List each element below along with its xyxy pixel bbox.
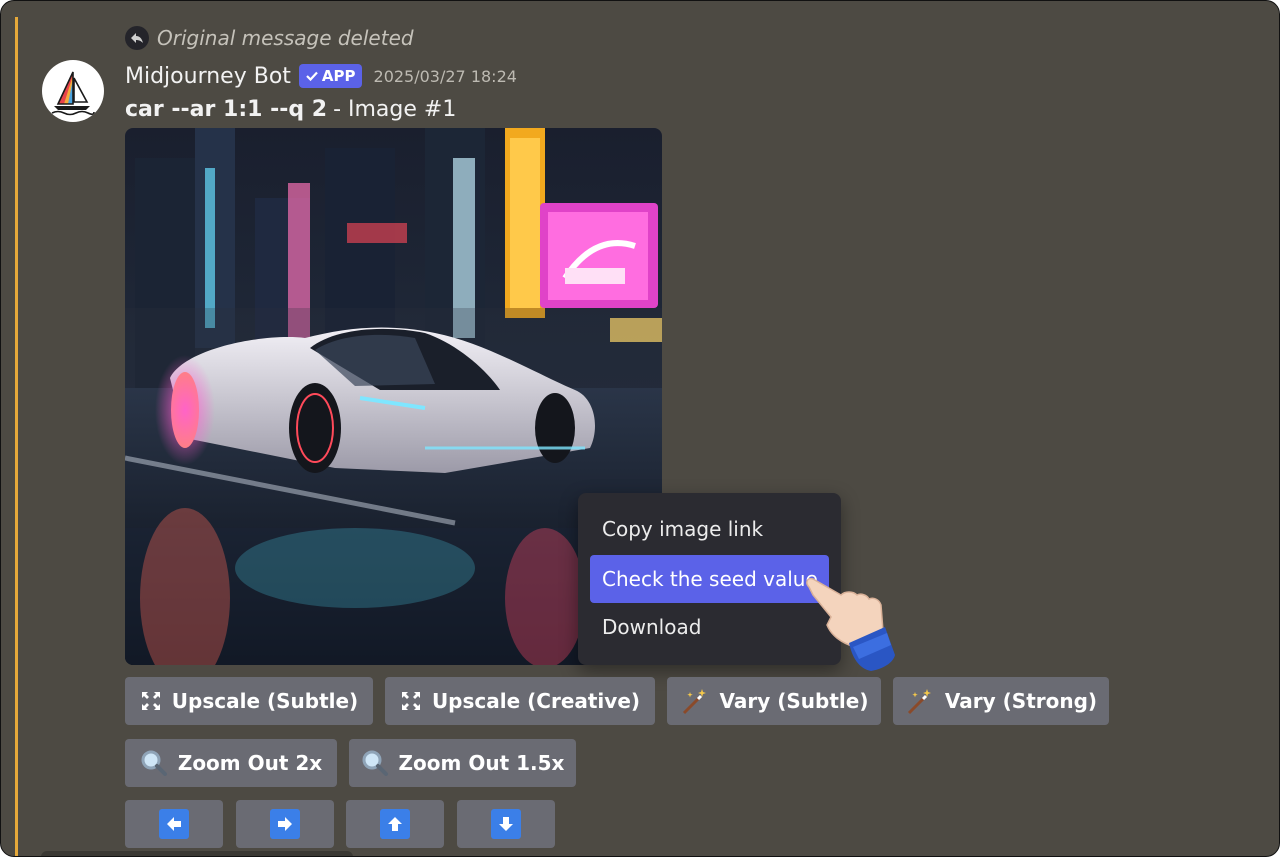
pointing-hand-icon	[806, 577, 895, 671]
arrow-down-icon	[491, 809, 521, 839]
upscale-creative-label: Upscale (Creative)	[431, 689, 641, 713]
zoom-out-2x-label: Zoom Out 2x	[177, 751, 323, 775]
magic-wand-icon	[905, 686, 935, 716]
vary-subtle-button[interactable]: Vary (Subtle)	[667, 677, 881, 725]
arrow-left-icon	[159, 809, 189, 839]
app-badge: APP	[298, 64, 362, 88]
arrow-right-icon	[270, 809, 300, 839]
app-badge-label: APP	[321, 67, 356, 85]
timestamp: 2025/03/27 18:24	[373, 66, 517, 86]
vary-strong-button[interactable]: Vary (Strong)	[893, 677, 1109, 725]
upscale-creative-button[interactable]: Upscale (Creative)	[385, 677, 655, 725]
message-header: Midjourney Bot APP 2025/03/27 18:24	[125, 61, 517, 91]
pan-down-button[interactable]	[457, 800, 555, 848]
reply-arrow-icon	[125, 26, 149, 50]
image-index: - Image #1	[333, 96, 457, 122]
reply-text: Original message deleted	[157, 26, 414, 50]
mention-highlight-bar	[15, 17, 18, 856]
menu-item-copy-image-link[interactable]: Copy image link	[590, 505, 829, 553]
checkmark-icon	[306, 71, 318, 82]
prompt-text: car --ar 1:1 --q 2	[125, 96, 328, 122]
upscale-subtle-label: Upscale (Subtle)	[171, 689, 359, 713]
expand-arrows-icon	[140, 690, 162, 712]
pan-right-button[interactable]	[236, 800, 334, 848]
upscale-subtle-button[interactable]: Upscale (Subtle)	[125, 677, 373, 725]
expand-arrows-icon	[400, 690, 422, 712]
pan-left-button[interactable]	[125, 800, 223, 848]
pan-up-button[interactable]	[346, 800, 444, 848]
app-window: Original message deleted Midjourney Bot …	[0, 0, 1280, 857]
avatar[interactable]	[42, 60, 104, 122]
zoom-out-1-5x-label: Zoom Out 1.5x	[398, 751, 565, 775]
menu-item-download[interactable]: Download	[590, 603, 829, 651]
reply-reference[interactable]: Original message deleted	[125, 25, 414, 51]
zoom-out-2x-button[interactable]: Zoom Out 2x	[125, 739, 337, 787]
scroll-edge	[41, 851, 353, 856]
zoom-out-1-5x-button[interactable]: Zoom Out 1.5x	[349, 739, 576, 787]
magnifier-icon	[361, 749, 389, 777]
menu-item-check-seed-value[interactable]: Check the seed value	[590, 555, 829, 603]
vary-subtle-label: Vary (Subtle)	[719, 689, 869, 713]
prompt-line: car --ar 1:1 --q 2 - Image #1	[125, 95, 456, 123]
magic-wand-icon	[680, 686, 710, 716]
vary-strong-label: Vary (Strong)	[944, 689, 1098, 713]
author-name[interactable]: Midjourney Bot	[125, 64, 291, 89]
magnifier-icon	[140, 749, 168, 777]
arrow-up-icon	[380, 809, 410, 839]
